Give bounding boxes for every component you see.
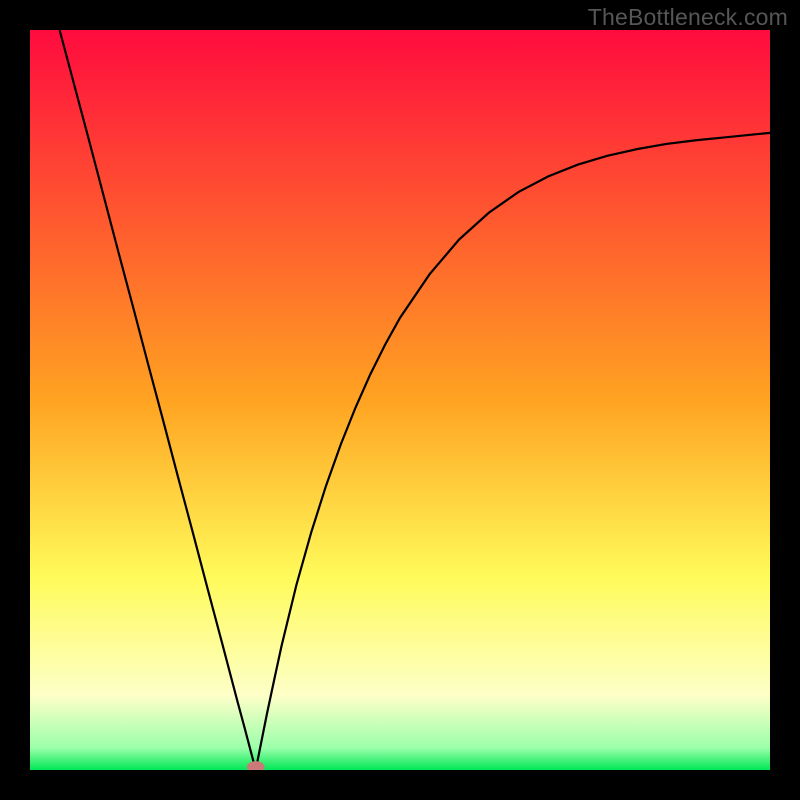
- chart-container: TheBottleneck.com: [0, 0, 800, 800]
- watermark-text: TheBottleneck.com: [588, 4, 788, 31]
- gradient-background: [30, 30, 770, 770]
- plot-area: [30, 30, 770, 770]
- chart-svg: [30, 30, 770, 770]
